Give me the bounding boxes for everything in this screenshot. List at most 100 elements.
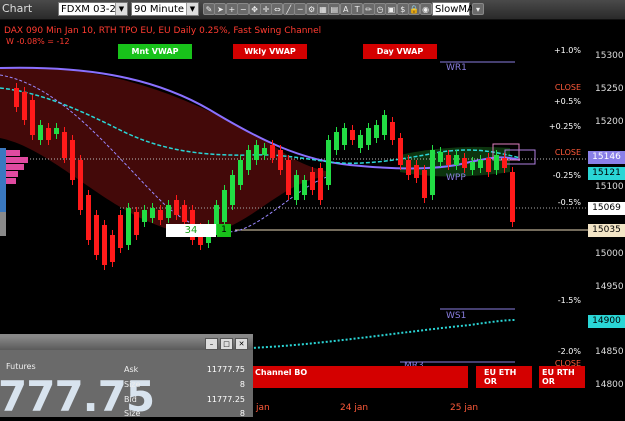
bid-label: Bid: [124, 395, 137, 404]
clock-icon[interactable]: ◷: [374, 3, 386, 15]
tpo-count-badge: 34: [166, 224, 216, 237]
candle-body: [398, 138, 403, 165]
candle-body: [158, 210, 163, 220]
dollar-icon[interactable]: $: [396, 3, 409, 15]
eu-eth-bar: EU ETH OR: [476, 366, 532, 388]
candle-body: [134, 212, 139, 235]
ask-label: Ask: [124, 365, 139, 374]
close-icon[interactable]: ✕: [235, 338, 248, 350]
tpo-value-badge: 1: [217, 224, 231, 237]
ws1-ma-line: [249, 319, 516, 349]
zoom-out-icon[interactable]: −: [237, 3, 250, 15]
cursor-icon[interactable]: ➤: [214, 3, 227, 15]
candle-body: [30, 100, 35, 135]
candle-body: [358, 135, 363, 148]
quote-panel-header[interactable]: – □ ✕: [0, 336, 253, 350]
symbol-selector[interactable]: FDXM 03-23 ▼: [58, 2, 128, 16]
candle-body: [46, 128, 51, 140]
chart-subheader: W -0.08% = -12: [6, 37, 70, 46]
candle-body: [102, 225, 107, 265]
candle-body: [142, 210, 147, 222]
candle-body: [334, 132, 339, 150]
window-title: Chart: [2, 2, 33, 15]
indicator-selector[interactable]: SlowMA: [432, 2, 474, 16]
candle-body: [406, 160, 411, 175]
percent-label: +0.25%: [548, 122, 581, 131]
date-label: jan: [256, 403, 270, 413]
wpp-label: WPP: [446, 173, 466, 183]
chevron-down-icon: ▼: [115, 3, 127, 15]
candle-body: [382, 115, 387, 135]
price-tick-label: 15100: [595, 182, 624, 192]
ws1-label: WS1: [446, 311, 467, 321]
candle-body: [62, 132, 67, 158]
candle-body: [470, 162, 475, 170]
calendar-icon[interactable]: ▣: [385, 3, 398, 15]
scroll-icon[interactable]: ⇔: [271, 3, 284, 15]
eu-eth-label: EU ETH OR: [484, 368, 517, 386]
price-level-box: 14900: [588, 315, 625, 328]
candle-body: [350, 130, 355, 140]
candle-body: [110, 235, 115, 262]
mnt-vwap-button[interactable]: Mnt VWAP: [118, 44, 192, 59]
pencil-icon[interactable]: ✏: [362, 3, 375, 15]
zoom-in-icon[interactable]: +: [225, 3, 238, 15]
hline-icon[interactable]: ─: [294, 3, 307, 15]
day-vwap-button[interactable]: Day VWAP: [363, 44, 437, 59]
channel-bo-label: Channel BO: [255, 368, 308, 377]
candle-body: [478, 160, 483, 168]
price-tick-label: 14800: [595, 380, 624, 390]
candle-body: [366, 128, 371, 145]
chevron-down-icon[interactable]: ▾: [472, 3, 484, 15]
chevron-down-icon: ▼: [186, 3, 198, 15]
quote-panel: – □ ✕ Futures 777.75 Ask 11777.75 Size 8…: [0, 334, 253, 421]
candle-body: [454, 155, 459, 165]
candle-body: [230, 175, 235, 205]
candle-body: [294, 175, 299, 200]
eu-rth-label: EU RTH OR: [542, 368, 575, 386]
date-label: 24 jan: [340, 403, 369, 413]
indicator-value: SlowMA: [435, 4, 474, 15]
minimize-icon[interactable]: –: [205, 338, 218, 350]
candle-body: [174, 200, 179, 215]
eu-rth-bar: EU RTH OR: [539, 366, 585, 388]
candle-body: [502, 158, 507, 168]
bid-size-label: Size: [124, 409, 141, 418]
percent-label: -0.25%: [552, 171, 581, 180]
percent-label: +0.5%: [553, 97, 581, 106]
candle-body: [390, 122, 395, 140]
interval-value: 90 Minute: [134, 4, 185, 15]
gear-icon[interactable]: ⚙: [305, 3, 318, 15]
draw-icon[interactable]: ✎: [203, 3, 215, 15]
camera-icon[interactable]: ◉: [419, 3, 432, 15]
price-level-box: 15146: [588, 151, 625, 164]
interval-selector[interactable]: 90 Minute ▼: [131, 2, 199, 16]
font-icon[interactable]: A: [339, 3, 352, 15]
percent-label: CLOSE: [554, 83, 581, 92]
price-tick-label: 15000: [595, 249, 624, 259]
candle-body: [222, 190, 227, 222]
candle-body: [446, 155, 451, 165]
candle-body: [38, 125, 43, 140]
candle-body: [286, 160, 291, 195]
wkly-vwap-button[interactable]: Wkly VWAP: [233, 44, 307, 59]
candle-body: [302, 180, 307, 195]
table-icon[interactable]: ▤: [328, 3, 341, 15]
date-label: 25 jan: [450, 403, 479, 413]
lock-icon[interactable]: 🔒: [408, 3, 421, 15]
text-icon[interactable]: T: [351, 3, 364, 15]
candle-body: [494, 155, 499, 170]
percent-label: -1.5%: [557, 296, 581, 305]
chart-icon[interactable]: ▦: [317, 3, 329, 15]
channel-bo-bar: Channel BO: [253, 366, 468, 388]
maximize-icon[interactable]: □: [220, 338, 233, 350]
pan-icon[interactable]: ✥: [248, 3, 261, 15]
candle-body: [342, 128, 347, 145]
crosshair-icon[interactable]: ✛: [260, 3, 272, 15]
candle-body: [166, 205, 171, 218]
candle-body: [254, 145, 259, 160]
price-tick-label: 15200: [595, 117, 624, 127]
bid-size-value: 8: [239, 409, 245, 418]
line-icon[interactable]: ╱: [282, 3, 295, 15]
candle-body: [310, 172, 315, 190]
